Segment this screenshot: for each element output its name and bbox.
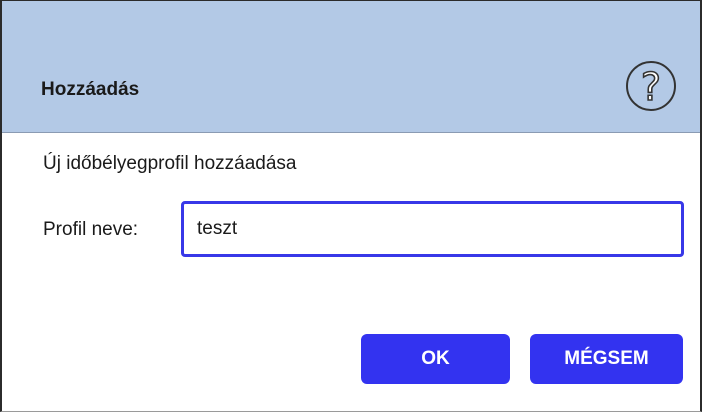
help-icon[interactable]: ? bbox=[626, 61, 676, 111]
add-profile-dialog: Hozzáadás ? Új időbélyegprofil hozzáadás… bbox=[0, 0, 702, 412]
dialog-title: Hozzáadás bbox=[41, 79, 140, 100]
help-glyph: ? bbox=[640, 64, 662, 110]
dialog-titlebar: Hozzáadás ? bbox=[2, 1, 700, 133]
cancel-button[interactable]: MÉGSEM bbox=[530, 334, 683, 384]
ok-button[interactable]: OK bbox=[361, 334, 510, 384]
dialog-subtitle: Új időbélyegprofil hozzáadása bbox=[43, 153, 297, 174]
profile-name-input[interactable] bbox=[181, 201, 684, 257]
profile-name-label: Profil neve: bbox=[43, 219, 139, 240]
